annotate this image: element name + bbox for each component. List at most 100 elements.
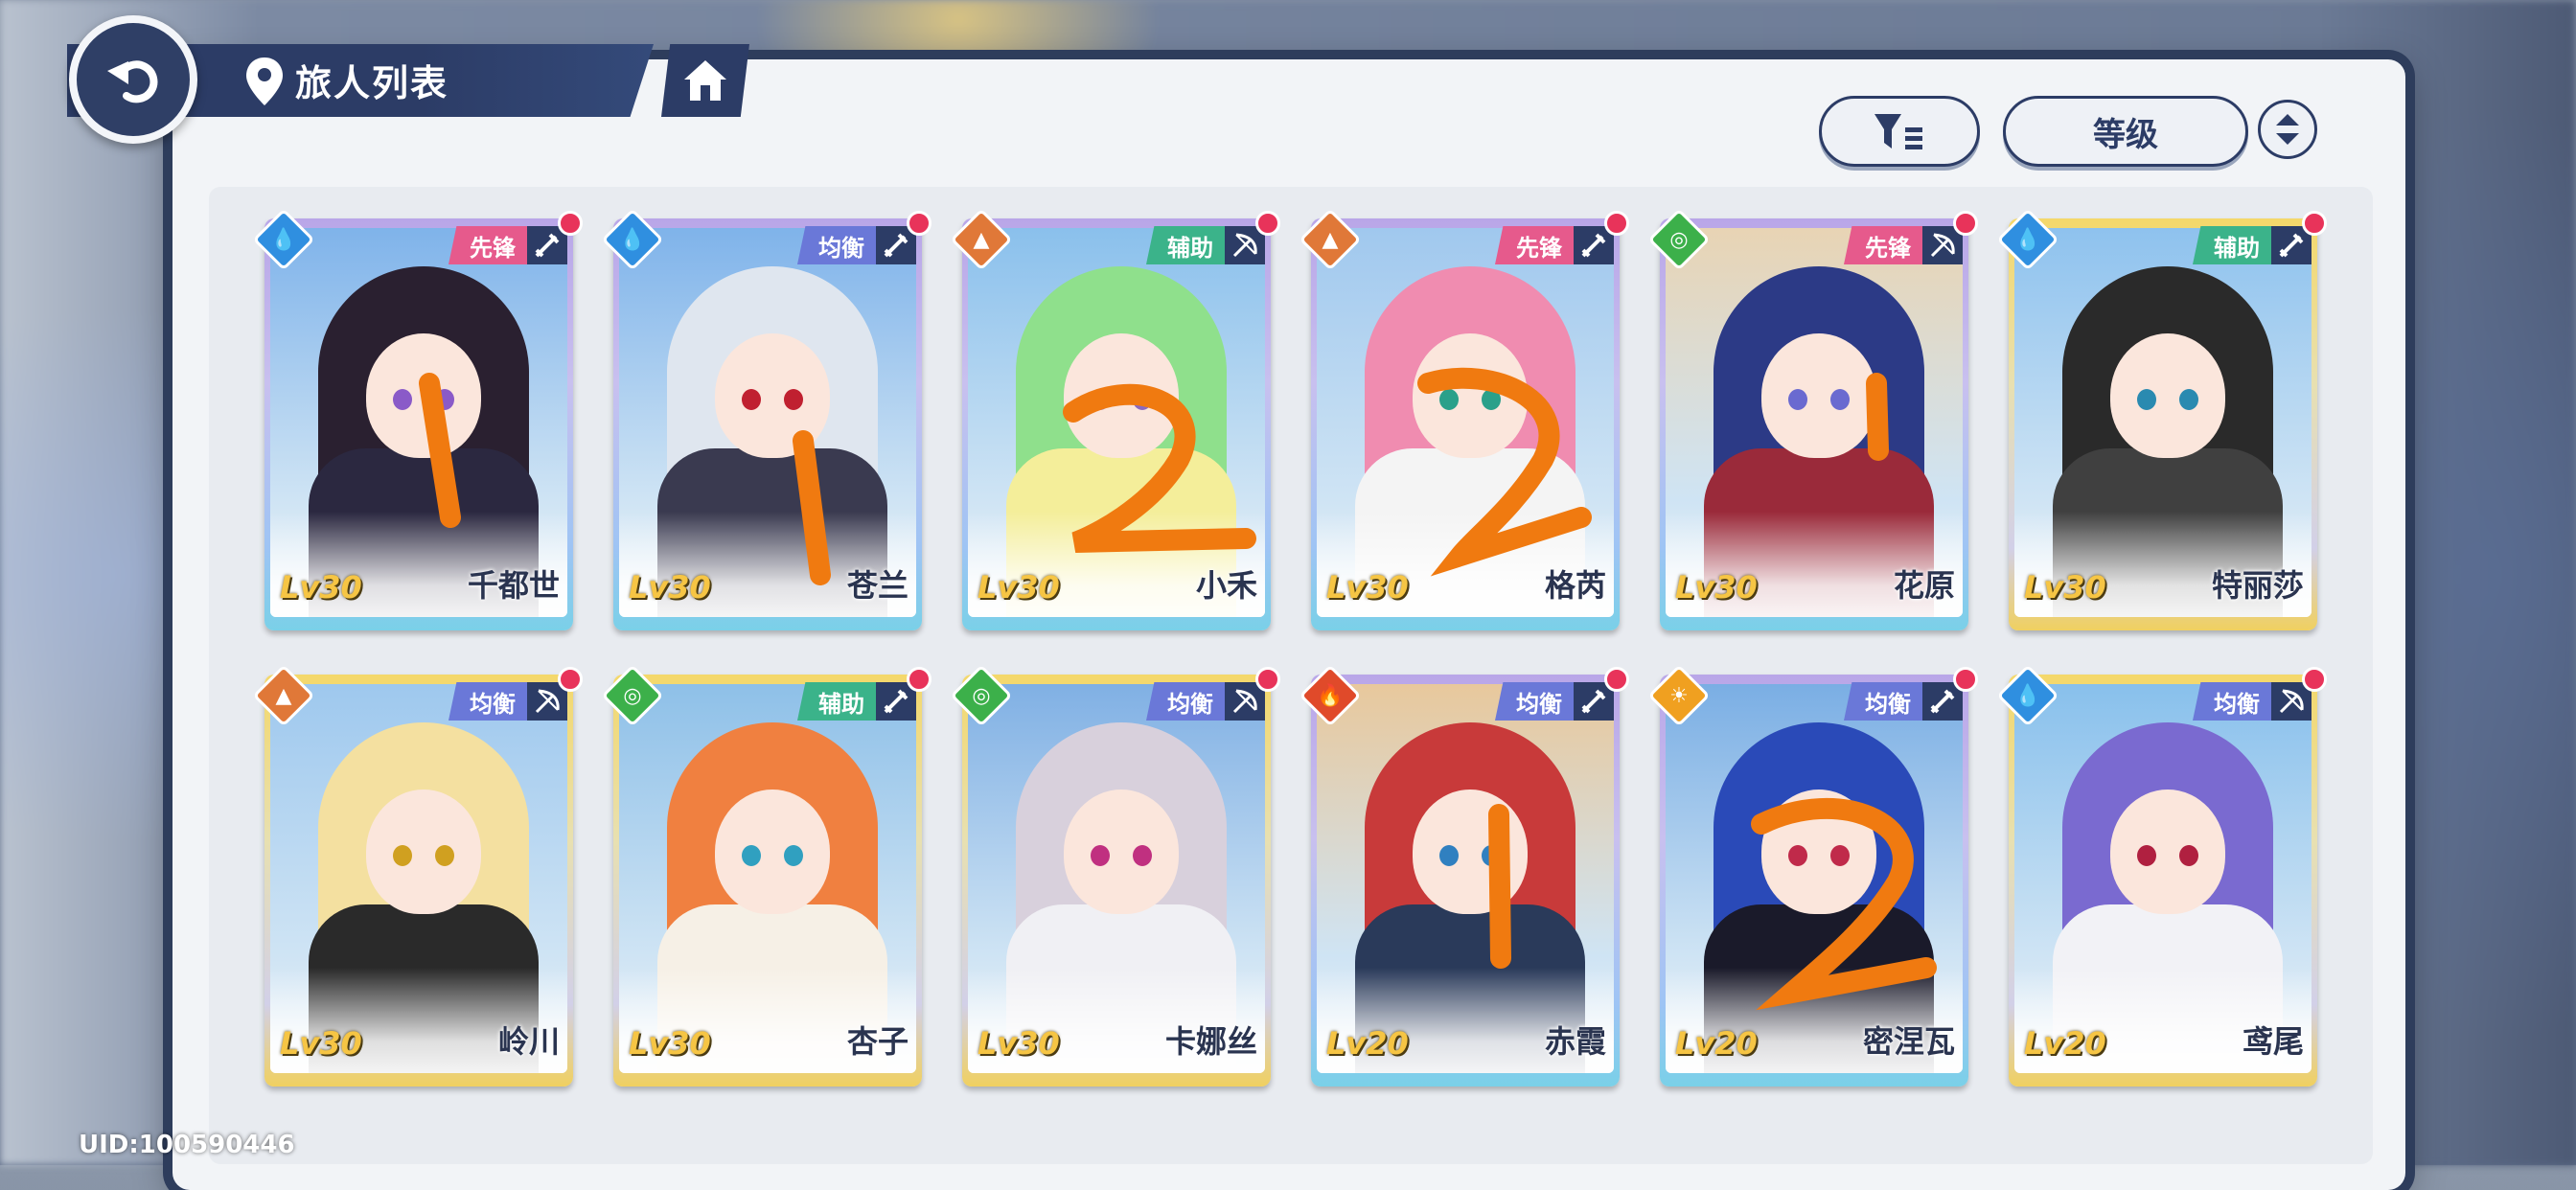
character-level: Lv30 [1675,569,1758,606]
character-level: Lv30 [280,569,362,606]
back-button[interactable] [69,15,197,144]
character-name: 千都世 [467,567,560,604]
character-card[interactable]: Lv20 鸢尾 均衡 💧 [1996,664,2327,1087]
role-tag: 均衡 [448,682,529,721]
notification-dot [1953,667,1978,692]
element-water-icon: 💧 [601,208,664,271]
character-portrait [2014,228,2312,617]
element-earth-icon: ▲ [1299,208,1362,271]
location-pin-icon [246,57,283,105]
character-level: Lv30 [1326,569,1409,606]
character-portrait [968,684,1265,1073]
role-tag: 辅助 [797,682,878,721]
character-level: Lv30 [280,1025,362,1062]
notification-dot [558,211,583,236]
character-name: 格芮 [1544,567,1606,604]
notification-dot [1953,211,1978,236]
character-card[interactable]: Lv20 密涅瓦 均衡 ☀ [1647,664,1978,1087]
card-frame: Lv30 格芮 先锋 [1311,218,1620,630]
character-portrait [270,684,567,1073]
character-portrait [619,684,916,1073]
character-name: 卡娜丝 [1164,1023,1257,1060]
filter-icon [1874,114,1922,149]
card-frame: Lv30 小禾 辅助 [962,218,1271,630]
notification-dot [1604,211,1629,236]
card-frame: Lv20 密涅瓦 均衡 [1660,675,1968,1087]
character-level: Lv30 [2024,569,2106,606]
character-card[interactable]: Lv30 格芮 先锋 ▲ [1299,208,1629,630]
character-portrait [1666,228,1963,617]
element-earth-icon: ▲ [950,208,1013,271]
sort-order-toggle[interactable] [2258,100,2317,159]
character-card[interactable]: Lv30 千都世 先锋 💧 [252,208,583,630]
character-level: Lv20 [2024,1025,2106,1062]
character-card[interactable]: Lv30 杏子 辅助 ◎ [601,664,932,1087]
character-card[interactable]: Lv30 特丽莎 辅助 💧 [1996,208,2327,630]
element-light-icon: ☀ [1647,664,1711,727]
role-tag: 先锋 [448,226,529,264]
notification-dot [2302,667,2327,692]
character-level: Lv20 [1675,1025,1758,1062]
card-frame: Lv30 岭川 均衡 [264,675,573,1087]
role-tag: 均衡 [797,226,878,264]
character-name: 花原 [1893,567,1955,604]
element-fire-icon: 🔥 [1299,664,1362,727]
character-level: Lv30 [629,1025,711,1062]
notification-dot [558,667,583,692]
role-tag: 均衡 [1495,682,1576,721]
character-portrait [1666,684,1963,1073]
character-card[interactable]: Lv30 卡娜丝 均衡 ◎ [950,664,1280,1087]
character-card[interactable]: Lv30 岭川 均衡 ▲ [252,664,583,1087]
back-arrow-icon [107,60,158,103]
character-level: Lv30 [978,1025,1060,1062]
notification-dot [1604,667,1629,692]
character-name: 赤霞 [1544,1023,1606,1060]
notification-dot [1255,211,1280,236]
character-name: 岭川 [497,1023,560,1060]
notification-dot [907,667,932,692]
character-portrait [968,228,1265,617]
role-tag: 均衡 [2193,682,2273,721]
character-name: 小禾 [1195,567,1257,604]
character-card[interactable]: Lv20 赤霞 均衡 🔥 [1299,664,1629,1087]
character-card[interactable]: Lv30 小禾 辅助 ▲ [950,208,1280,630]
element-earth-icon: ▲ [252,664,315,727]
uid-label: UID:100590446 [79,1131,295,1159]
role-tag: 辅助 [2193,226,2273,264]
card-frame: Lv20 鸢尾 均衡 [2009,675,2317,1087]
sort-order-icon [2276,114,2299,145]
card-frame: Lv30 杏子 辅助 [613,675,922,1087]
character-portrait [619,228,916,617]
notification-dot [907,211,932,236]
element-wind-icon: ◎ [601,664,664,727]
notification-dot [2302,211,2327,236]
home-icon [684,60,726,101]
character-level: Lv30 [978,569,1060,606]
element-water-icon: 💧 [1996,664,2059,727]
character-card[interactable]: Lv30 花原 先锋 ◎ [1647,208,1978,630]
character-name: 特丽莎 [2211,567,2304,604]
card-frame: Lv30 卡娜丝 均衡 [962,675,1271,1087]
sort-dropdown[interactable]: 等级 [2003,96,2248,167]
home-button[interactable] [661,44,749,117]
card-frame: Lv30 花原 先锋 [1660,218,1968,630]
filter-button[interactable] [1819,96,1980,167]
role-tag: 均衡 [1146,682,1227,721]
card-frame: Lv30 特丽莎 辅助 [2009,218,2317,630]
card-frame: Lv20 赤霞 均衡 [1311,675,1620,1087]
character-name: 密涅瓦 [1862,1023,1955,1060]
character-portrait [1317,684,1614,1073]
character-name: 杏子 [846,1023,908,1060]
role-tag: 先锋 [1844,226,1924,264]
character-portrait [2014,684,2312,1073]
role-tag: 先锋 [1495,226,1576,264]
element-water-icon: 💧 [1996,208,2059,271]
character-name: 苍兰 [846,567,908,604]
character-portrait [1317,228,1614,617]
element-wind-icon: ◎ [1647,208,1711,271]
character-name: 鸢尾 [2242,1023,2304,1060]
character-card[interactable]: Lv30 苍兰 均衡 💧 [601,208,932,630]
notification-dot [1255,667,1280,692]
sort-label: 等级 [2093,115,2158,154]
character-level: Lv30 [629,569,711,606]
